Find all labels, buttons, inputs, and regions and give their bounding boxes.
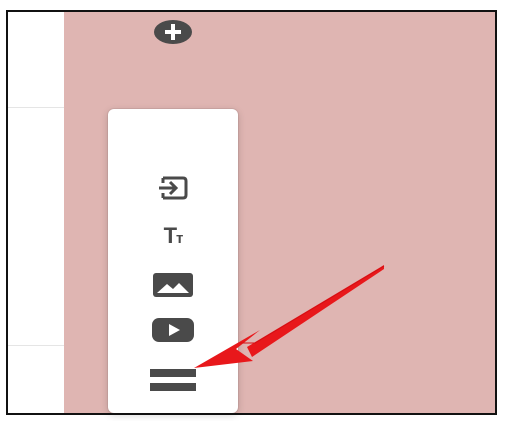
- divider-line: [8, 107, 64, 108]
- divider-line: [8, 345, 64, 346]
- video-icon: [151, 317, 195, 343]
- title-text-icon: Tт: [163, 222, 184, 248]
- divider-button[interactable]: [108, 358, 238, 402]
- image-icon: [152, 272, 194, 298]
- text-glyph-large: T: [163, 222, 177, 248]
- text-button[interactable]: Tт: [108, 214, 238, 258]
- text-glyph: Tт: [163, 222, 184, 248]
- left-panel: [8, 12, 64, 415]
- import-button[interactable]: [108, 166, 238, 210]
- import-icon: [156, 174, 190, 202]
- add-circle-icon: [152, 19, 194, 45]
- add-button[interactable]: [108, 10, 238, 54]
- screenshot-frame: Tт: [0, 0, 507, 421]
- text-glyph-small: т: [176, 229, 183, 247]
- insert-toolbar: Tт: [108, 20, 238, 413]
- divider-icon: [149, 366, 197, 394]
- video-button[interactable]: [108, 308, 238, 352]
- image-button[interactable]: [108, 263, 238, 307]
